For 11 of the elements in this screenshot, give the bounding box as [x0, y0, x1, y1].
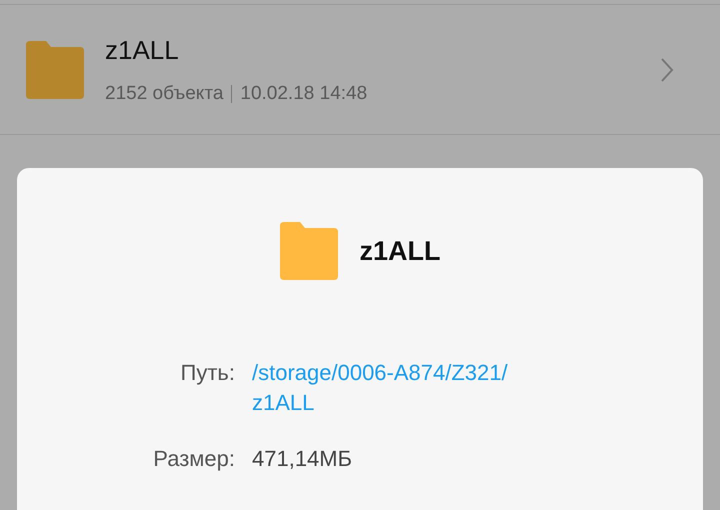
folder-icon — [26, 40, 84, 98]
property-label: Размер: — [152, 445, 235, 473]
folder-row[interactable]: z1ALL 2152 объекта 10.02.18 14:48 — [0, 5, 720, 135]
property-value: 471,14МБ — [252, 445, 352, 473]
folder-name: z1ALL — [105, 34, 180, 67]
modified-date: 10.02.18 14:48 — [240, 82, 368, 106]
property-label: Путь: — [180, 359, 235, 387]
item-count: 2152 объекта — [105, 82, 224, 106]
folder-icon — [280, 222, 338, 280]
sheet-title: z1ALL — [360, 234, 440, 268]
chevron-right-icon — [660, 56, 674, 82]
